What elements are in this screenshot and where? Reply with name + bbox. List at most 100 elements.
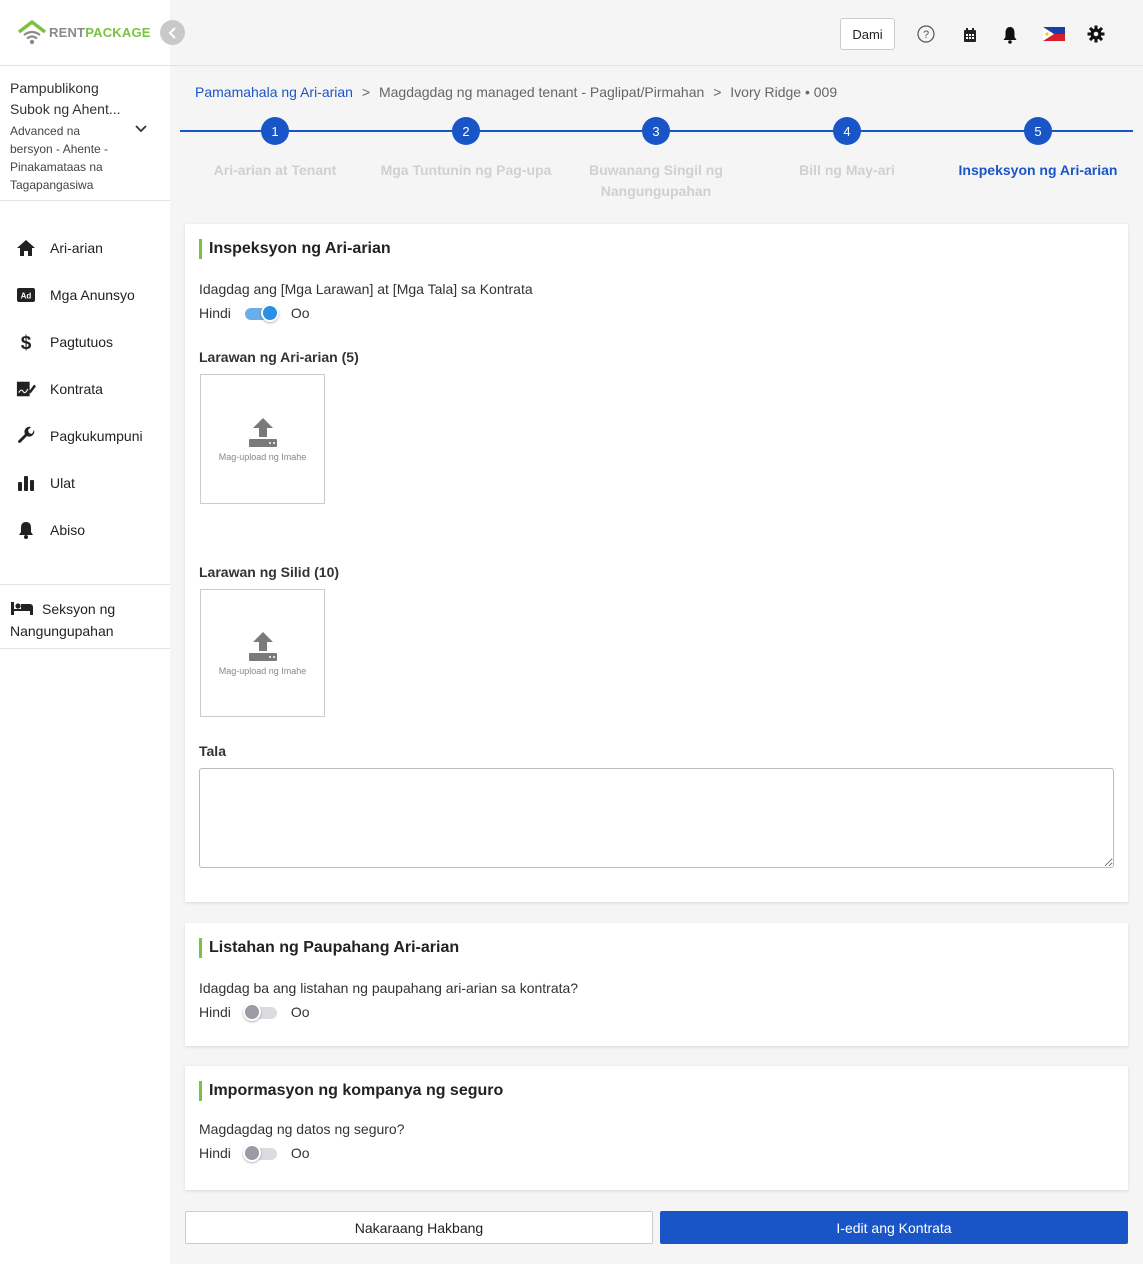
org-plan-line4: Tagapangasiwa xyxy=(10,178,94,192)
dami-button[interactable]: Dami xyxy=(840,18,895,50)
upload-icon xyxy=(248,632,277,661)
sidebar-item-pagtutuos[interactable]: $ Pagtutuos xyxy=(0,318,170,365)
sidebar-item-label: Ari-arian xyxy=(50,239,103,256)
step-number: 4 xyxy=(833,117,861,145)
wrench-icon xyxy=(16,426,36,446)
breadcrumb: Pamamahala ng Ari-arian > Magdagdag ng m… xyxy=(195,84,837,100)
step-number: 5 xyxy=(1024,117,1052,145)
svg-text:Ad: Ad xyxy=(21,291,32,300)
toggle-no-label: Hindi xyxy=(199,1004,231,1020)
sidebar-item-tenant-section[interactable]: Seksyon ng Nangungupahan xyxy=(0,584,170,649)
notes-label: Tala xyxy=(199,743,226,759)
logo[interactable]: RENTPACKAGE xyxy=(17,19,151,46)
org-selector[interactable]: Pampublikong Subok ng Ahent... Advanced … xyxy=(0,66,170,201)
bar-chart-icon xyxy=(16,475,36,491)
step-label: Inspeksyon ng Ari-arian xyxy=(958,162,1118,178)
svg-text:?: ? xyxy=(923,29,929,41)
toggle-no-label: Hindi xyxy=(199,305,231,321)
section-title: Inspeksyon ng Ari-arian xyxy=(199,239,1114,259)
org-name-line2: Subok ng Ahent... xyxy=(10,101,121,117)
tenant-section-label-line2: Nangungupahan xyxy=(10,623,114,639)
sidebar-item-ulat[interactable]: Ulat xyxy=(0,459,170,506)
philippines-flag-icon[interactable] xyxy=(1043,27,1065,46)
listing-toggle[interactable] xyxy=(242,1003,279,1021)
inspection-toggle[interactable] xyxy=(243,304,279,322)
inspection-question: Idagdag ang [Mga Larawan] at [Mga Tala] … xyxy=(199,281,533,297)
logo-package: PACKAGE xyxy=(85,25,151,40)
toggle-yes-label: Oo xyxy=(290,305,310,321)
sidebar-item-label: Kontrata xyxy=(50,380,103,397)
logo-row: RENTPACKAGE xyxy=(0,0,170,66)
toggle-yes-label: Oo xyxy=(290,1004,310,1020)
wifi-home-logo-icon xyxy=(17,19,47,44)
step-1[interactable]: 1 Ari-arian at Tenant xyxy=(180,117,370,181)
org-plan-line3: Pinakamataas na xyxy=(10,160,103,174)
notes-textarea[interactable] xyxy=(199,768,1114,868)
upload-icon xyxy=(248,418,277,447)
upload-text: Mag-upload ng Imahe xyxy=(218,666,307,676)
edit-contract-button[interactable]: I-edit ang Kontrata xyxy=(660,1211,1128,1244)
room-photo-upload[interactable]: Mag-upload ng Imahe xyxy=(200,589,325,717)
sidebar-item-label: Pagkukumpuni xyxy=(50,427,143,444)
step-5[interactable]: 5 Inspeksyon ng Ari-arian xyxy=(943,117,1133,181)
calendar-icon[interactable] xyxy=(963,27,977,48)
tenant-section-label-line1: Seksyon ng xyxy=(42,601,116,617)
inspection-toggle-row: Hindi Oo xyxy=(199,304,1114,322)
upload-text: Mag-upload ng Imahe xyxy=(218,452,307,462)
step-3[interactable]: 3 Buwanang Singil ng Nangungupahan xyxy=(561,117,751,202)
bed-icon xyxy=(11,602,33,615)
ad-icon: Ad xyxy=(16,287,36,303)
property-photos-label: Larawan ng Ari-arian (5) xyxy=(199,349,359,365)
step-number: 3 xyxy=(642,117,670,145)
sidebar-item-label: Ulat xyxy=(50,474,75,491)
insurance-toggle[interactable] xyxy=(242,1144,279,1162)
breadcrumb-separator: > xyxy=(713,84,722,100)
org-name-line1: Pampublikong xyxy=(10,80,99,96)
room-photos-label: Larawan ng Silid (10) xyxy=(199,564,340,580)
step-label: Mga Tuntunin ng Pag-upa xyxy=(380,162,552,178)
insurance-card: Impormasyon ng kompanya ng seguro Magdag… xyxy=(185,1066,1128,1190)
breadcrumb-add-tenant: Magdagdag ng managed tenant - Paglipat/P… xyxy=(378,84,705,100)
inspection-card: Inspeksyon ng Ari-arian Idagdag ang [Mga… xyxy=(185,224,1128,902)
sidebar-item-label: Mga Anunsyo xyxy=(50,286,135,303)
sidebar-item-abiso[interactable]: Abiso xyxy=(0,506,170,553)
step-label: Buwanang Singil ng Nangungupahan xyxy=(589,162,723,199)
tenant-section-label-row: Seksyon ng xyxy=(10,598,160,620)
step-2[interactable]: 2 Mga Tuntunin ng Pag-upa xyxy=(371,117,561,181)
stepper: 1 Ari-arian at Tenant 2 Mga Tuntunin ng … xyxy=(180,117,1133,207)
help-icon[interactable]: ? xyxy=(917,25,935,48)
sidebar-item-kontrata[interactable]: Kontrata xyxy=(0,365,170,412)
svg-text:$: $ xyxy=(21,333,32,352)
property-photo-upload[interactable]: Mag-upload ng Imahe xyxy=(200,374,325,504)
section-title: Impormasyon ng kompanya ng seguro xyxy=(199,1081,1114,1101)
top-bar: Dami ? xyxy=(170,0,1143,66)
bell-icon xyxy=(16,521,36,539)
listing-question: Idagdag ba ang listahan ng paupahang ari… xyxy=(199,980,579,996)
sidebar-item-pagkukumpuni[interactable]: Pagkukumpuni xyxy=(0,412,170,459)
sidebar-nav: Ari-arian Ad Mga Anunsyo $ Pagtutuos Kon… xyxy=(0,201,170,553)
breadcrumb-property: Ivory Ridge • 009 xyxy=(730,84,838,100)
chevron-left-icon xyxy=(168,26,176,39)
step-label: Bill ng May-ari xyxy=(799,162,895,178)
contract-icon xyxy=(16,380,36,398)
toggle-no-label: Hindi xyxy=(199,1145,231,1161)
chevron-down-icon[interactable] xyxy=(134,124,148,134)
bell-icon[interactable] xyxy=(1002,26,1018,49)
step-4[interactable]: 4 Bill ng May-ari xyxy=(752,117,942,181)
sidebar-item-ari-arian[interactable]: Ari-arian xyxy=(0,224,170,271)
logo-rent: RENT xyxy=(49,25,86,40)
sidebar: RENTPACKAGE Pampublikong Subok ng Ahent.… xyxy=(0,0,170,1264)
breadcrumb-link-property-management[interactable]: Pamamahala ng Ari-arian xyxy=(195,84,353,100)
collapse-sidebar-button[interactable] xyxy=(160,20,185,45)
step-number: 2 xyxy=(452,117,480,145)
dollar-icon: $ xyxy=(16,332,36,352)
previous-step-button[interactable]: Nakaraang Hakbang xyxy=(185,1211,653,1244)
breadcrumb-separator: > xyxy=(361,84,371,100)
sidebar-item-mga-anunsyo[interactable]: Ad Mga Anunsyo xyxy=(0,271,170,318)
toggle-yes-label: Oo xyxy=(290,1145,310,1161)
gear-icon[interactable] xyxy=(1087,25,1105,48)
insurance-toggle-row: Hindi Oo xyxy=(199,1144,1114,1162)
home-icon xyxy=(16,239,36,257)
insurance-question: Magdagdag ng datos ng seguro? xyxy=(199,1121,405,1137)
logo-text: RENTPACKAGE xyxy=(49,25,151,40)
